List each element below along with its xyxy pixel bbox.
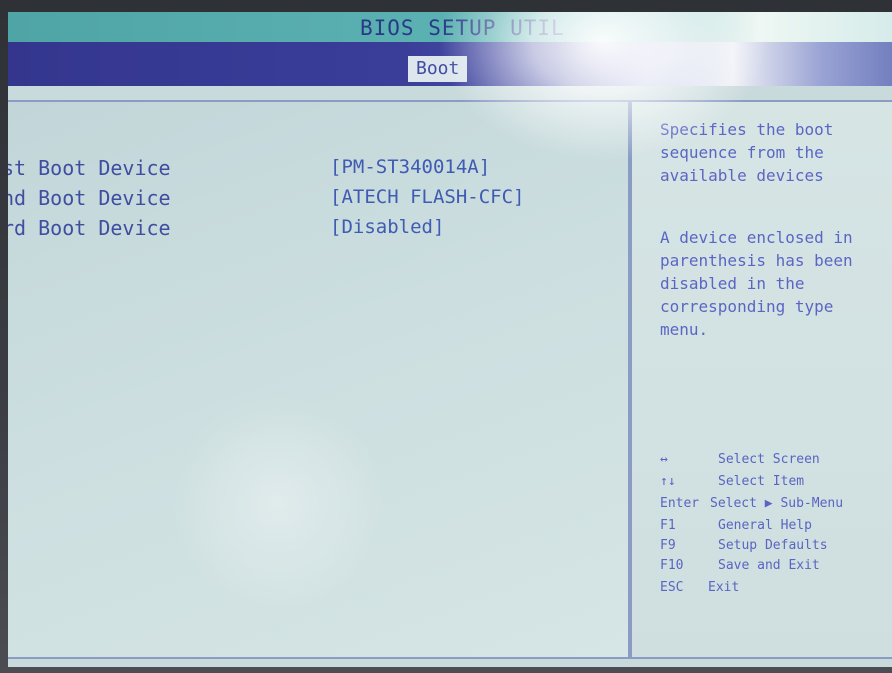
boot-device-3-value[interactable]: [Disabled] bbox=[330, 216, 444, 238]
boot-device-1-row[interactable]: st Boot Device [PM-ST340014A] bbox=[8, 156, 608, 184]
key-hint-desc: Select ▶ Sub-Menu bbox=[710, 496, 844, 511]
boot-device-3-label: rd Boot Device bbox=[8, 216, 171, 240]
key-hint-desc: Exit bbox=[708, 580, 740, 595]
boot-device-1-label: st Boot Device bbox=[8, 156, 171, 180]
photo-frame: BIOS SETUP UTIL Boot st Boot Device [PM-… bbox=[0, 0, 892, 673]
boot-device-2-label: nd Boot Device bbox=[8, 186, 171, 210]
help-panel: Specifies the boot sequence from the ava… bbox=[630, 100, 892, 659]
boot-device-2-row[interactable]: nd Boot Device [ATECH FLASH-CFC] bbox=[8, 186, 608, 214]
boot-settings-panel: st Boot Device [PM-ST340014A] nd Boot De… bbox=[8, 100, 630, 659]
left-right-arrows-icon: ↔ bbox=[660, 452, 668, 467]
key-hint-select-item: ↑↓ Select Item bbox=[660, 474, 892, 494]
key-hint-f10: F10 Save and Exit bbox=[660, 558, 892, 578]
boot-device-3-row[interactable]: rd Boot Device [Disabled] bbox=[8, 216, 608, 244]
key-hint-desc: Setup Defaults bbox=[718, 538, 828, 553]
menu-bar: Boot bbox=[8, 42, 892, 86]
boot-device-1-value[interactable]: [PM-ST340014A] bbox=[330, 156, 490, 178]
app-title: BIOS SETUP UTIL bbox=[360, 16, 565, 40]
key-hint-f1: F1 General Help bbox=[660, 518, 892, 538]
key-hint-f9: F9 Setup Defaults bbox=[660, 538, 892, 558]
boot-device-2-value[interactable]: [ATECH FLASH-CFC] bbox=[330, 186, 524, 208]
key-f9: F9 bbox=[660, 538, 676, 553]
title-bar: BIOS SETUP UTIL bbox=[8, 12, 892, 42]
key-f10: F10 bbox=[660, 558, 684, 573]
help-description-1: Specifies the boot sequence from the ava… bbox=[660, 120, 834, 185]
key-hint-desc: Select Screen bbox=[718, 452, 820, 467]
tab-boot[interactable]: Boot bbox=[408, 56, 468, 82]
help-description-2: A device enclosed in parenthesis has bee… bbox=[660, 228, 853, 339]
up-down-arrows-icon: ↑↓ bbox=[660, 474, 676, 489]
key-hint-select-screen: ↔ Select Screen bbox=[660, 452, 892, 472]
bios-screen: BIOS SETUP UTIL Boot st Boot Device [PM-… bbox=[8, 12, 892, 667]
key-hint-desc: Save and Exit bbox=[718, 558, 820, 573]
key-hint-desc: General Help bbox=[718, 518, 812, 533]
key-esc: ESC bbox=[660, 580, 684, 595]
key-hint-desc: Select Item bbox=[718, 474, 805, 489]
key-f1: F1 bbox=[660, 518, 676, 533]
key-hint-esc: ESC Exit bbox=[660, 580, 892, 600]
key-enter: Enter bbox=[660, 496, 700, 511]
key-hint-enter: Enter Select ▶ Sub-Menu bbox=[660, 496, 892, 516]
